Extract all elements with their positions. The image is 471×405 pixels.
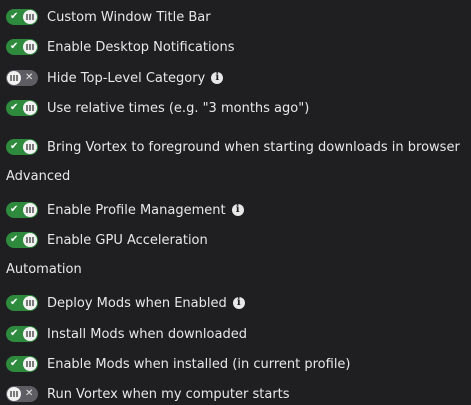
toggle-switch[interactable]: ✔ (6, 9, 38, 25)
setting-label: Enable Desktop Notifications (47, 39, 235, 55)
setting-row-profile-management: ✔ Enable Profile Management i (6, 200, 244, 220)
toggle-knob (7, 71, 21, 85)
toggle-switch[interactable]: ✕ (6, 386, 38, 402)
toggle-switch[interactable]: ✔ (6, 232, 38, 248)
check-icon: ✔ (10, 297, 19, 308)
check-icon: ✔ (10, 234, 19, 245)
setting-row-relative-times: ✔ Use relative times (e.g. "3 months ago… (6, 98, 309, 118)
toggle-switch[interactable]: ✔ (6, 356, 38, 372)
setting-label: Bring Vortex to foreground when starting… (47, 139, 460, 155)
toggle-switch[interactable]: ✔ (6, 326, 38, 342)
x-icon: ✕ (25, 388, 34, 399)
setting-label: Enable Mods when installed (in current p… (47, 356, 351, 372)
toggle-knob (23, 357, 37, 371)
setting-label: Install Mods when downloaded (47, 326, 247, 342)
check-icon: ✔ (10, 11, 19, 22)
setting-label: Run Vortex when my computer starts (47, 386, 290, 402)
toggle-knob (23, 296, 37, 310)
setting-row-desktop-notifications: ✔ Enable Desktop Notifications (6, 37, 235, 57)
toggle-switch[interactable]: ✔ (6, 39, 38, 55)
setting-row-hide-top-level-category: ✕ Hide Top-Level Category i (6, 68, 224, 88)
check-icon: ✔ (10, 102, 19, 113)
check-icon: ✔ (10, 41, 19, 52)
setting-label: Hide Top-Level Category (47, 70, 206, 86)
toggle-switch[interactable]: ✔ (6, 100, 38, 116)
check-icon: ✔ (10, 204, 19, 215)
section-heading-automation: Automation (6, 262, 82, 277)
info-icon[interactable]: i (232, 297, 245, 309)
info-icon[interactable]: i (231, 204, 244, 216)
setting-row-deploy-mods: ✔ Deploy Mods when Enabled i (6, 293, 245, 313)
toggle-knob (23, 327, 37, 341)
check-icon: ✔ (10, 141, 19, 152)
toggle-knob (7, 387, 21, 401)
toggle-knob (23, 203, 37, 217)
toggle-knob (23, 40, 37, 54)
toggle-knob (23, 10, 37, 24)
setting-label: Enable Profile Management (47, 202, 226, 218)
toggle-switch[interactable]: ✕ (6, 70, 38, 86)
setting-row-install-mods: ✔ Install Mods when downloaded (6, 324, 247, 344)
toggle-switch[interactable]: ✔ (6, 202, 38, 218)
info-icon[interactable]: i (211, 72, 224, 84)
section-heading-advanced: Advanced (6, 169, 71, 184)
check-icon: ✔ (10, 358, 19, 369)
x-icon: ✕ (25, 72, 34, 83)
setting-label: Use relative times (e.g. "3 months ago") (47, 100, 310, 116)
toggle-knob (23, 140, 37, 154)
toggle-switch[interactable]: ✔ (6, 295, 38, 311)
setting-label: Custom Window Title Bar (47, 9, 211, 25)
setting-label: Enable GPU Acceleration (47, 232, 208, 248)
toggle-knob (23, 233, 37, 247)
setting-row-bring-to-foreground: ✔ Bring Vortex to foreground when starti… (6, 137, 460, 157)
toggle-switch[interactable]: ✔ (6, 139, 38, 155)
check-icon: ✔ (10, 328, 19, 339)
setting-row-enable-mods: ✔ Enable Mods when installed (in current… (6, 354, 351, 374)
toggle-knob (23, 101, 37, 115)
setting-row-custom-window-title-bar: ✔ Custom Window Title Bar (6, 7, 211, 27)
setting-label: Deploy Mods when Enabled (47, 295, 227, 311)
setting-row-gpu-acceleration: ✔ Enable GPU Acceleration (6, 230, 208, 250)
setting-row-run-on-startup: ✕ Run Vortex when my computer starts (6, 384, 290, 404)
